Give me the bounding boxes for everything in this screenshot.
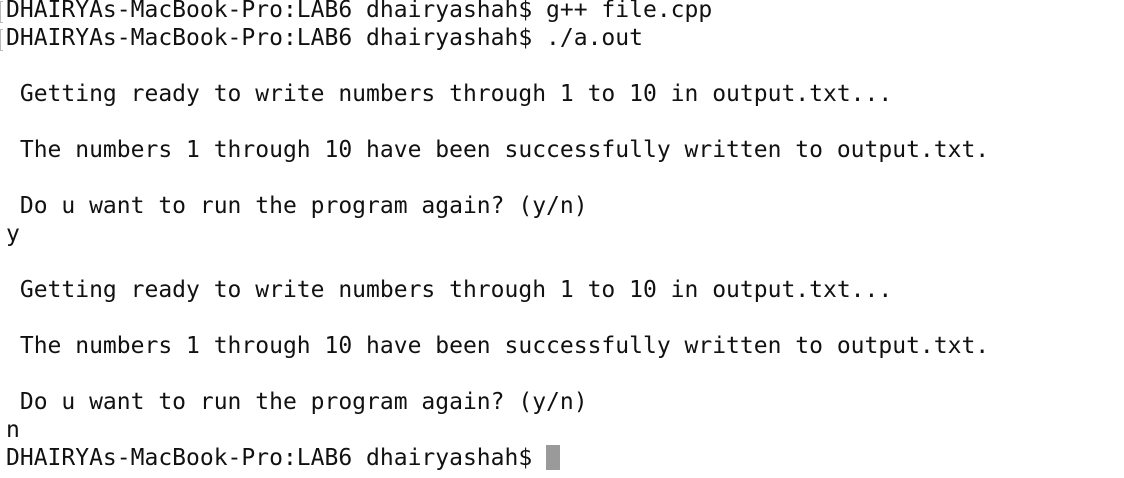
output-line: Getting ready to write numbers through 1… (6, 81, 893, 107)
mark-indicator (0, 29, 3, 51)
current-prompt-line[interactable]: DHAIRYAs-MacBook-Pro:LAB6 dhairyashah$ (6, 444, 561, 472)
command-line: DHAIRYAs-MacBook-Pro:LAB6 dhairyashah$ g… (6, 0, 713, 23)
user-input-line: n (6, 417, 20, 443)
output-line: Do u want to run the program again? (y/n… (6, 193, 588, 219)
output-line: The numbers 1 through 10 have been succe… (6, 333, 990, 359)
command-line: DHAIRYAs-MacBook-Pro:LAB6 dhairyashah$ .… (6, 25, 643, 51)
shell-prompt: DHAIRYAs-MacBook-Pro:LAB6 dhairyashah$ (6, 445, 533, 471)
output-line: Do u want to run the program again? (y/n… (6, 389, 588, 415)
user-input-line: y (6, 221, 20, 247)
output-line: The numbers 1 through 10 have been succe… (6, 137, 990, 163)
text-cursor (546, 445, 561, 470)
terminal-window[interactable]: DHAIRYAs-MacBook-Pro:LAB6 dhairyashah$ g… (0, 0, 1124, 478)
output-line: Getting ready to write numbers through 1… (6, 277, 893, 303)
mark-indicator (0, 1, 3, 23)
